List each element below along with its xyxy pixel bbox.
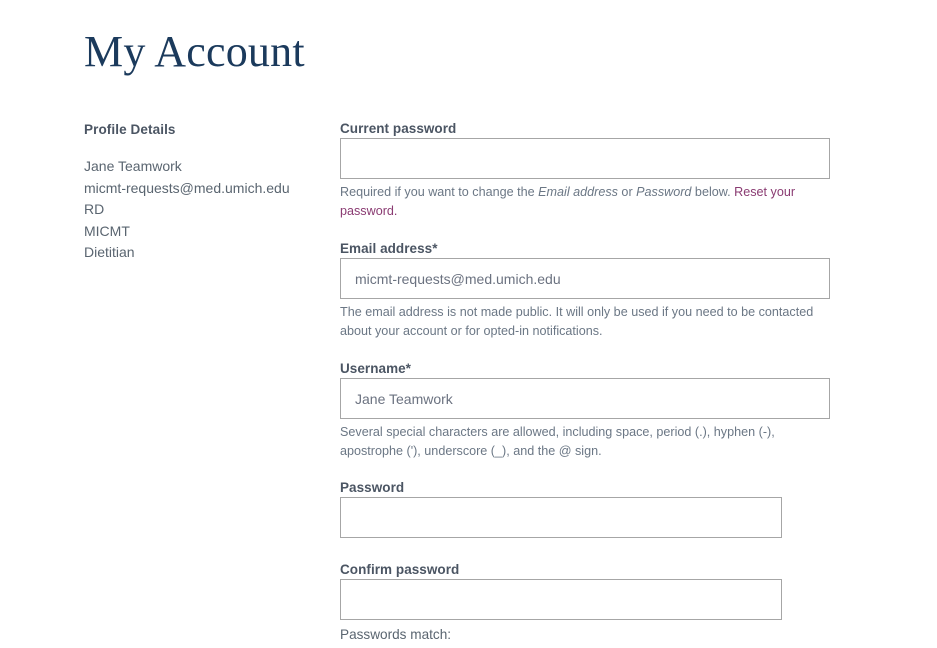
current-password-help-mid: or bbox=[617, 185, 637, 199]
confirm-password-label: Confirm password bbox=[340, 562, 460, 577]
password-input[interactable] bbox=[340, 497, 782, 538]
email-address-help: The email address is not made public. It… bbox=[340, 305, 814, 338]
password-group: Password bbox=[340, 479, 840, 538]
current-password-help-emphasis-email: Email address bbox=[538, 185, 618, 199]
profile-details-panel: Profile Details Jane Teamwork micmt-requ… bbox=[84, 121, 324, 264]
current-password-group: Current password Required if you want to… bbox=[340, 120, 840, 220]
current-password-help: Required if you want to change the Email… bbox=[340, 183, 830, 220]
current-password-label: Current password bbox=[340, 121, 457, 136]
page-title: My Account bbox=[84, 27, 305, 77]
profile-line-credential: RD bbox=[84, 201, 105, 217]
current-password-help-suffix: below. bbox=[691, 185, 735, 199]
email-address-group: Email address* The email address is not … bbox=[340, 240, 840, 340]
profile-line-role: Dietitian bbox=[84, 244, 135, 260]
account-form: Current password Required if you want to… bbox=[340, 120, 840, 648]
confirm-password-input[interactable] bbox=[340, 579, 782, 620]
username-group: Username* Several special characters are… bbox=[340, 360, 840, 460]
password-label: Password bbox=[340, 480, 405, 495]
current-password-help-prefix: Required if you want to change the bbox=[340, 185, 539, 199]
confirm-password-group: Confirm password Passwords match: To cha… bbox=[340, 561, 840, 648]
profile-line-email: micmt-requests@med.umich.edu bbox=[84, 179, 290, 196]
my-account-page: My Account Profile Details Jane Teamwork… bbox=[0, 0, 937, 648]
email-address-input[interactable] bbox=[340, 258, 830, 299]
passwords-match-status: Passwords match: bbox=[340, 627, 452, 642]
username-help: Several special characters are allowed, … bbox=[340, 425, 775, 458]
current-password-help-emphasis-password: Password bbox=[636, 185, 692, 199]
email-address-label: Email address* bbox=[340, 241, 438, 256]
profile-details-heading: Profile Details bbox=[84, 122, 176, 137]
profile-line-organization: MICMT bbox=[84, 222, 130, 239]
profile-line-name: Jane Teamwork bbox=[84, 158, 182, 174]
current-password-input[interactable] bbox=[340, 138, 830, 179]
username-input[interactable] bbox=[340, 378, 830, 419]
username-label: Username* bbox=[340, 361, 411, 376]
